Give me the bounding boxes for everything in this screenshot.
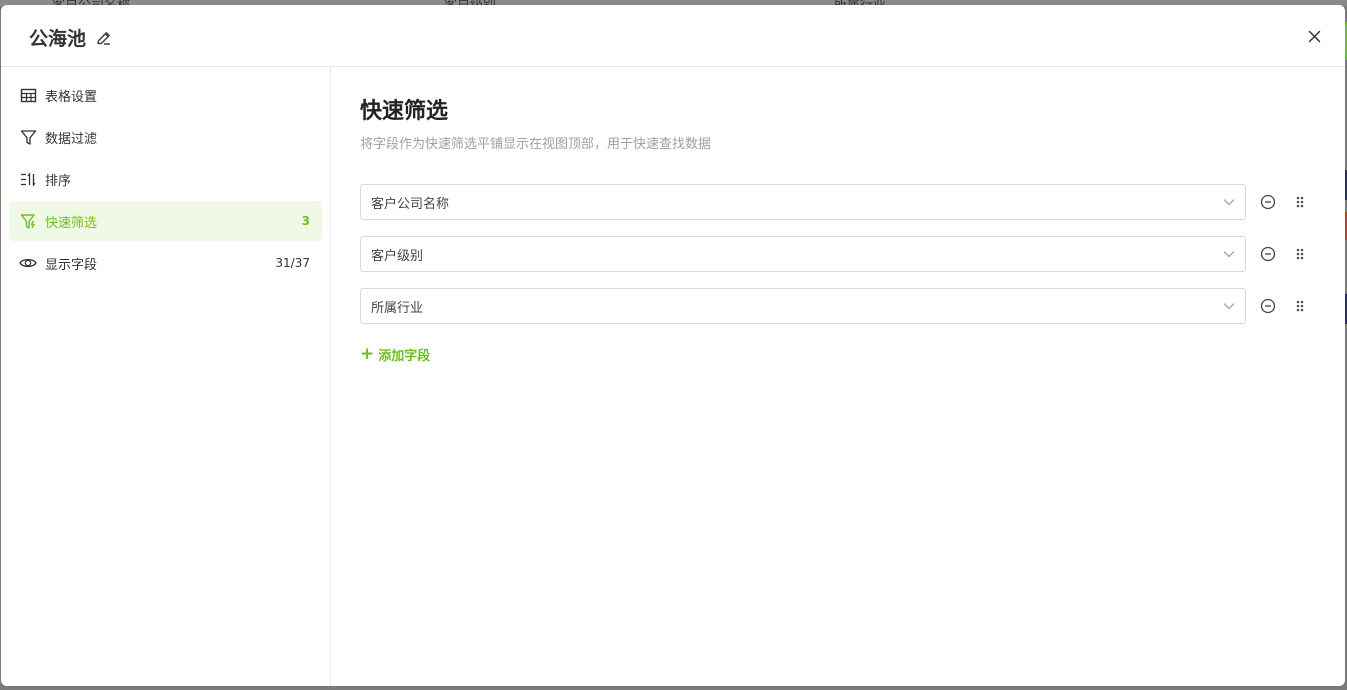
field-select-value: 所属行业 [371,300,424,316]
filter-icon [19,128,37,146]
add-field-button[interactable]: + 添加字段 [360,344,430,364]
sidebar-item-count: 3 [301,214,310,228]
minus-circle-icon [1260,194,1276,210]
list-item: 客户公司名称 [360,184,1317,220]
list-item: 客户级别 [360,236,1317,272]
field-select[interactable]: 客户公司名称 [360,184,1246,220]
sort-icon [19,170,37,188]
sidebar-item-table-settings[interactable]: 表格设置 [9,75,322,115]
table-icon [19,86,37,104]
chevron-down-icon [1223,250,1235,258]
sidebar-item-sort[interactable]: 排序 [9,159,322,199]
field-select-value: 客户级别 [371,248,424,264]
minus-circle-icon [1260,298,1276,314]
drag-handle-icon [1296,300,1304,312]
settings-sidebar: 表格设置 数据过滤 排序 快速筛选 3 显示字段 31/37 [1,67,331,686]
add-field-label: 添加字段 [378,348,431,364]
close-icon [1308,30,1320,42]
chevron-down-icon [1223,302,1235,310]
list-item: 所属行业 [360,288,1317,324]
plus-icon: + [360,344,375,364]
sidebar-item-count: 31/37 [275,256,310,270]
edit-icon[interactable] [96,30,112,46]
drag-handle[interactable] [1290,192,1310,212]
quick-filter-field-list: 客户公司名称 客户级别 所属行业 [360,184,1317,324]
field-select[interactable]: 客户级别 [360,236,1246,272]
field-select-value: 客户公司名称 [371,196,450,212]
quick-filter-panel: 快速筛选 将字段作为快速筛选平铺显示在视图顶部，用于快速查找数据 客户公司名称 [332,67,1345,686]
minus-circle-icon [1260,246,1276,262]
sidebar-item-label: 数据过滤 [45,131,98,147]
drag-handle[interactable] [1290,244,1310,264]
drag-handle[interactable] [1290,296,1310,316]
drag-handle-icon [1296,196,1304,208]
panel-description: 将字段作为快速筛选平铺显示在视图顶部，用于快速查找数据 [360,137,712,152]
settings-modal: 公海池 表格设置 数据过滤 排序 快速筛选 3 显示字段 31/37 快速筛选 … [1,5,1345,686]
sidebar-item-label: 快速筛选 [45,215,98,231]
sidebar-item-label: 表格设置 [45,89,98,105]
sidebar-item-display-fields[interactable]: 显示字段 31/37 [9,243,322,283]
modal-title: 公海池 [29,28,87,50]
sidebar-item-data-filter[interactable]: 数据过滤 [9,117,322,157]
chevron-down-icon [1223,198,1235,206]
field-select[interactable]: 所属行业 [360,288,1246,324]
eye-icon [19,254,37,272]
sidebar-item-quick-filter[interactable]: 快速筛选 3 [9,201,322,241]
remove-field-button[interactable] [1258,296,1278,316]
remove-field-button[interactable] [1258,192,1278,212]
sidebar-item-label: 显示字段 [45,257,98,273]
modal-header: 公海池 [1,5,1345,67]
quick-filter-icon [19,212,37,230]
close-button[interactable] [1303,25,1325,47]
sidebar-item-label: 排序 [45,173,72,189]
modal-title-wrap: 公海池 [29,24,112,51]
remove-field-button[interactable] [1258,244,1278,264]
panel-title: 快速筛选 [360,99,449,124]
drag-handle-icon [1296,248,1304,260]
